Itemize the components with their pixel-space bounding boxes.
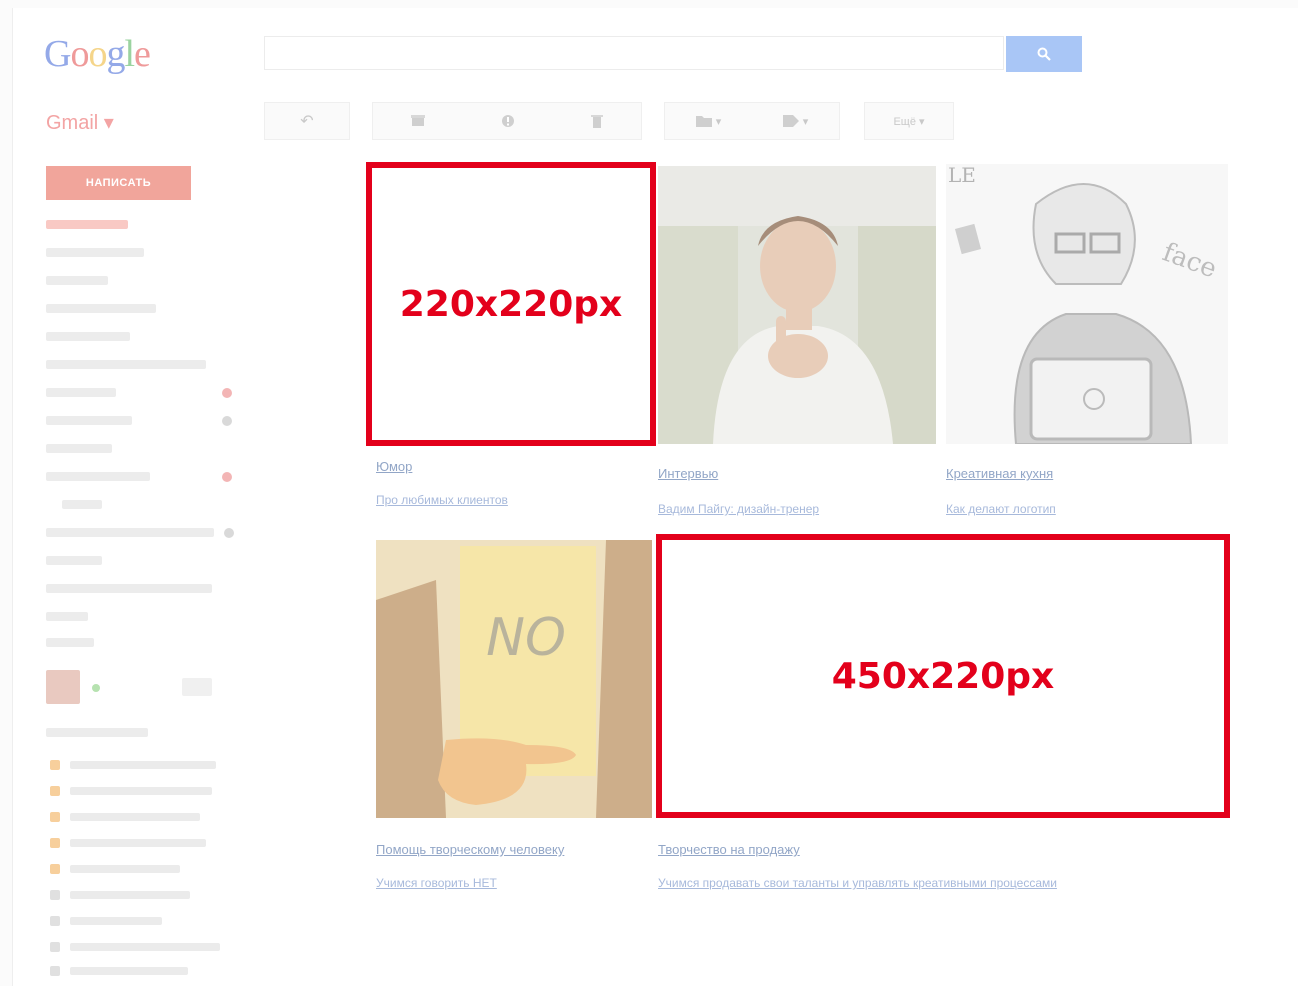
contact-item[interactable] (50, 890, 190, 900)
card-title-humor[interactable]: Юмор (376, 459, 412, 474)
card-subtitle-creative-kitchen[interactable]: Как делают логотип (946, 502, 1056, 516)
contact-item[interactable] (50, 942, 220, 952)
reply-button[interactable]: ↶ (264, 102, 350, 140)
label-icon[interactable]: ▾ (782, 115, 808, 128)
contact-item[interactable] (50, 786, 212, 796)
card-title-help-creative[interactable]: Помощь творческому человеку (376, 842, 564, 857)
no-sign-illustration: NO (376, 540, 652, 818)
sidebar-item[interactable] (46, 584, 212, 593)
gmail-menu[interactable]: Gmail ▾ (46, 110, 114, 135)
online-status-dot (92, 684, 100, 692)
contact-item[interactable] (50, 966, 188, 976)
cartoon-text-top: LE (948, 164, 976, 187)
sidebar-item[interactable] (46, 416, 132, 425)
reply-icon: ↶ (300, 113, 314, 130)
label-color-dot (224, 528, 234, 538)
sidebar-item[interactable] (46, 220, 128, 229)
sidebar-item[interactable] (62, 500, 102, 509)
interview-image[interactable] (658, 166, 936, 444)
sidebar-item[interactable] (46, 528, 214, 537)
contact-item[interactable] (50, 812, 200, 822)
chat-options-button[interactable] (182, 678, 212, 696)
image-placeholder-small: 220x220px (366, 162, 656, 446)
sidebar-item[interactable] (46, 638, 94, 647)
search-input[interactable] (264, 36, 1004, 70)
card-subtitle-help-creative[interactable]: Учимся говорить НЕТ (376, 876, 497, 890)
label-color-dot (222, 388, 232, 398)
actions-group (372, 102, 642, 140)
help-creative-image[interactable]: NO (376, 540, 652, 818)
card-title-creative-kitchen[interactable]: Креативная кухня (946, 466, 1053, 481)
avatar[interactable] (46, 670, 80, 704)
compose-button[interactable]: НАПИСАТЬ (46, 166, 191, 200)
move-label-group: ▾ ▾ (664, 102, 840, 140)
contact-item[interactable] (50, 916, 162, 926)
sidebar-item[interactable] (46, 472, 150, 481)
sidebar-item[interactable] (46, 276, 108, 285)
label-color-dot (222, 472, 232, 482)
sidebar-item[interactable] (46, 360, 206, 369)
sidebar-item[interactable] (46, 304, 156, 313)
card-subtitle-sell-creativity[interactable]: Учимся продавать свои таланты и управлят… (658, 876, 1057, 890)
spam-icon[interactable] (501, 114, 515, 128)
search-icon (1037, 47, 1051, 61)
more-label: Ещё ▾ (893, 115, 925, 128)
search-button[interactable] (1006, 36, 1082, 72)
sidebar-item[interactable] (46, 612, 88, 621)
sidebar-item[interactable] (46, 332, 130, 341)
label-color-dot (222, 416, 232, 426)
card-title-interview[interactable]: Интервью (658, 466, 718, 481)
card-subtitle-interview[interactable]: Вадим Пайгу: дизайн-тренер (658, 502, 819, 516)
image-placeholder-wide: 450x220px (656, 534, 1230, 818)
archive-icon[interactable] (411, 115, 425, 127)
cartoon-designer-illustration: LE face (946, 164, 1228, 444)
contact-item[interactable] (50, 864, 180, 874)
delete-icon[interactable] (591, 114, 603, 128)
sidebar-item[interactable] (46, 556, 102, 565)
card-title-sell-creativity[interactable]: Творчество на продажу (658, 842, 800, 857)
folder-icon[interactable]: ▾ (695, 115, 721, 128)
no-sign-text: NO (486, 608, 566, 668)
chat-search-field[interactable] (46, 728, 148, 737)
sidebar-item[interactable] (46, 388, 116, 397)
contact-item[interactable] (50, 760, 216, 770)
sidebar-item[interactable] (46, 248, 144, 257)
creative-kitchen-image[interactable]: LE face (946, 164, 1228, 444)
contact-item[interactable] (50, 838, 206, 848)
google-logo[interactable]: Google (44, 32, 151, 76)
card-subtitle-humor[interactable]: Про любимых клиентов (376, 493, 508, 507)
more-button[interactable]: Ещё ▾ (864, 102, 954, 140)
man-pointing-illustration (658, 166, 936, 444)
sidebar-item[interactable] (46, 444, 112, 453)
